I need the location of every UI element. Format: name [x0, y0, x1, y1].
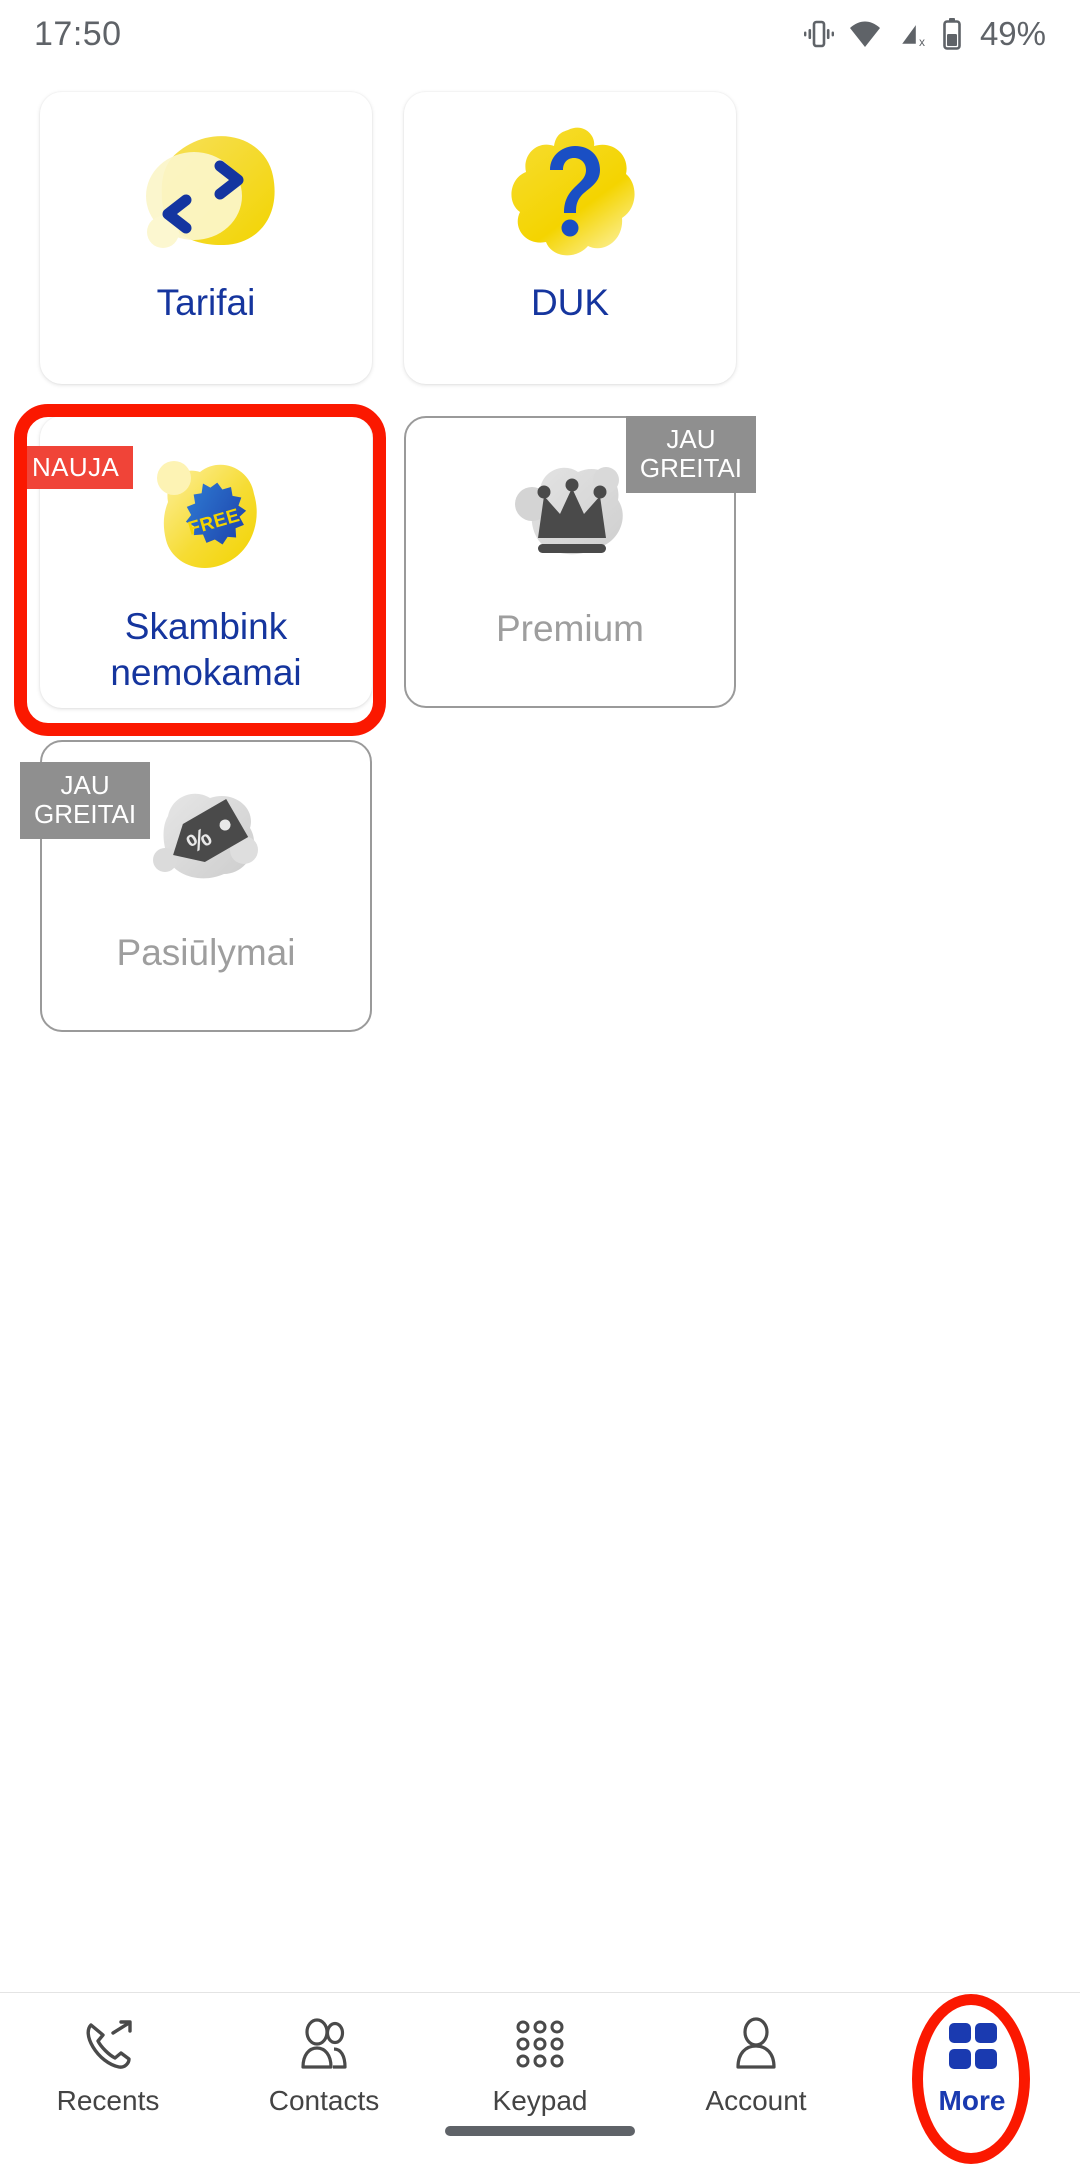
nav-item-account[interactable]: Account — [666, 2015, 846, 2117]
battery-percent: 49% — [979, 15, 1046, 52]
phone-outgoing-icon — [77, 2015, 139, 2077]
card-pasiulymai[interactable]: JAU GREITAI % Pasiūlymai — [20, 740, 372, 1032]
nav-item-label: Contacts — [268, 2085, 380, 2116]
keypad-dots-icon — [509, 2015, 571, 2077]
svg-text:x: x — [919, 35, 925, 49]
card-label-line2: nemokamai — [110, 652, 302, 694]
nav-item-keypad[interactable]: Keypad — [450, 2015, 630, 2117]
card-duk[interactable]: DUK — [404, 92, 736, 384]
free-starburst-icon: FREE — [111, 442, 301, 592]
person-icon — [725, 2015, 787, 2077]
transfer-arrows-icon — [111, 118, 301, 268]
grid-squares-icon — [941, 2015, 1003, 2077]
wifi-icon — [848, 19, 882, 49]
feature-card-grid: Tarifai DUK NAUJA FREE Skambink nemokama… — [18, 92, 1040, 1032]
nav-item-contacts[interactable]: Contacts — [234, 2015, 414, 2117]
cellular-off-icon: x — [896, 19, 928, 49]
card-tarifai[interactable]: Tarifai — [40, 92, 372, 384]
price-tag-percent-icon: % — [111, 768, 301, 918]
nav-item-label: Keypad — [492, 2085, 588, 2116]
question-mark-icon — [475, 118, 665, 268]
home-indicator[interactable] — [445, 2126, 635, 2136]
contacts-people-icon — [293, 2015, 355, 2077]
card-label: Premium — [495, 608, 645, 649]
nav-item-more[interactable]: More — [882, 2015, 1062, 2117]
nav-item-recents[interactable]: Recents — [18, 2015, 198, 2117]
card-label-line1: Skambink — [124, 606, 288, 647]
vibrate-icon — [803, 17, 834, 51]
status-time: 17:50 — [34, 14, 122, 53]
card-label: Pasiūlymai — [116, 932, 296, 973]
nav-item-label: Recents — [56, 2085, 160, 2116]
status-icons: x 49% — [803, 15, 1046, 53]
nav-item-label: More — [938, 2085, 1006, 2116]
card-skambink-nemokamai[interactable]: NAUJA FREE Skambink nemokamai — [18, 416, 372, 708]
battery-icon — [942, 18, 962, 50]
status-bar: 17:50 x 49% — [0, 0, 1080, 68]
card-label: Tarifai — [156, 282, 256, 323]
card-label: DUK — [530, 282, 610, 323]
crown-icon — [475, 444, 665, 594]
card-label: Skambink nemokamai — [110, 604, 301, 697]
card-premium[interactable]: JAU GREITAI Premium — [404, 416, 756, 708]
nav-item-label: Account — [705, 2085, 807, 2116]
